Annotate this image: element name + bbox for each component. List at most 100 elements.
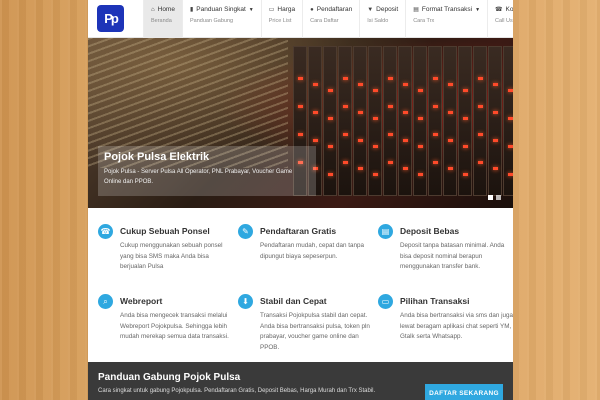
feature-item: ✎ Pendaftaran Gratis Pendaftaran mudah, ce… [238,224,378,281]
led-light [388,105,393,108]
cta-title: Panduan Gabung Pojok Pulsa [98,372,241,383]
led-light [418,173,423,176]
main-nav: ⌂ Home Beranda ▮ Panduan Singkat ▼ Panduan Gab… [143,0,513,38]
led-light [463,173,468,176]
led-light [298,105,303,108]
server-rack-module [503,46,513,196]
monitor-icon: ▭ [378,294,393,310]
led-light [448,167,453,170]
led-light [373,145,378,148]
feature-text: Deposit tanpa batasan minimal. Anda bisa… [400,242,505,270]
led-light [493,139,498,142]
feature-body: Pendaftaran Gratis Pendaftaran mudah, cep… [260,224,375,281]
led-light [403,139,408,142]
led-light [298,133,303,136]
server-rack-module [368,46,382,196]
led-light [508,173,513,176]
hero-title: Pojok Pulsa Elektrik [104,151,210,163]
nav-item-panduan-singkat[interactable]: ▮ Panduan Singkat ▼ Panduan Gabung [181,0,261,38]
led-light [328,145,333,148]
nav-item-subtitle: Isi Saldo [367,18,389,24]
nav-item-label: Pendaftaran [316,6,353,13]
server-rack-module [473,46,487,196]
led-light [478,105,483,108]
led-light [493,83,498,86]
led-light [418,117,423,120]
site-logo[interactable]: Pp [97,5,124,32]
feature-text: Pendaftaran mudah, cepat dan tanpa dipun… [260,242,364,260]
bookmark-icon: ▮ [189,7,194,13]
nav-item-label: Format Transaksi [421,6,473,13]
led-light [343,77,348,80]
feature-text: Cukup menggunakan sebuah ponsel yang bis… [120,242,223,270]
led-light [463,89,468,92]
site-header: Pp ⌂ Home Beranda ▮ Panduan Singkat ▼ Panduan … [88,0,513,38]
feature-body: Stabil dan Cepat Transaksi Pojokpulsa sta… [260,294,375,362]
download-icon: ⬇ [238,294,253,310]
nav-item-subtitle: Cara Daftar [310,18,339,24]
led-light [328,173,333,176]
led-light [343,105,348,108]
feature-title: Pendaftaran Gratis [260,226,337,236]
features-grid: ☎ Cukup Sebuah Ponsel Cukup menggunakan se… [88,208,513,362]
feature-item: ⌕ Webreport Anda bisa mengecek transaksi m… [98,294,238,362]
led-light [448,139,453,142]
server-rack-module [383,46,397,196]
phone-icon: ☎ [495,7,503,13]
nav-item-format-transaksi[interactable]: ▤ Format Transaksi ▼ Cara Trx [405,0,487,38]
cart-icon: ▼ [367,6,374,13]
server-rack-module [353,46,367,196]
slider-dot-1[interactable] [488,195,493,200]
server-rack-module [323,46,337,196]
caret-down-icon: ▼ [248,6,254,13]
caret-down-icon: ▼ [475,6,481,13]
led-light [463,145,468,148]
feature-title: Deposit Bebas [400,226,460,236]
nav-item-label-row: ● Pendaftaran [310,6,352,13]
led-light [478,133,483,136]
led-light [388,77,393,80]
led-light [463,117,468,120]
slider-pagination [488,195,501,200]
nav-item-label-row: ▤ Format Transaksi ▼ [413,6,480,13]
led-light [328,117,333,120]
server-rack-module [413,46,427,196]
nav-item-label-row: ▭ Harga [269,6,295,13]
nav-item-label-row: ☎Kontak [495,6,513,13]
led-light [403,83,408,86]
led-light [358,111,363,114]
led-light [508,145,513,148]
register-now-button[interactable]: DAFTAR SEKARANG [425,384,503,400]
feature-body: Cukup Sebuah Ponsel Cukup menggunakan seb… [120,224,235,281]
feature-body: Deposit Bebas Deposit tanpa batasan minim… [400,224,513,281]
nav-item-deposit[interactable]: ▼ Deposit Isi Saldo [359,0,405,38]
slider-dot-2[interactable] [496,195,501,200]
nav-item-kontak[interactable]: ☎Kontak Call Us [487,0,513,38]
led-light [388,133,393,136]
led-light [493,111,498,114]
led-light [343,133,348,136]
led-light [358,167,363,170]
led-light [358,83,363,86]
led-light [433,105,438,108]
page-container: Pp ⌂ Home Beranda ▮ Panduan Singkat ▼ Panduan … [88,0,513,400]
led-light [433,77,438,80]
feature-body: Pilihan Transaksi Anda bisa bertransaksi … [400,294,513,362]
nav-item-subtitle: Panduan Gabung [189,18,234,24]
nav-item-harga[interactable]: ▭ Harga Price List [260,0,302,38]
document-icon: ▤ [378,224,393,239]
phone-icon: ☎ [98,224,113,239]
cta-banner: Panduan Gabung Pojok Pulsa Cara singkat … [88,362,513,400]
nav-item-label: Home [157,6,175,13]
led-light [373,173,378,176]
led-light [403,167,408,170]
pencil-icon: ✎ [238,224,253,239]
led-light [313,111,318,114]
nav-item-home[interactable]: ⌂ Home Beranda [143,0,182,38]
hero-caption: Pojok Pulsa Elektrik Pojok Pulsa - Serve… [98,146,316,196]
led-light [373,89,378,92]
nav-item-pendaftaran[interactable]: ● Pendaftaran Cara Daftar [302,0,359,38]
led-light [478,161,483,164]
nav-item-subtitle: Call Us [495,18,513,24]
hero-slider: Pojok Pulsa Elektrik Pojok Pulsa - Serve… [88,38,513,208]
